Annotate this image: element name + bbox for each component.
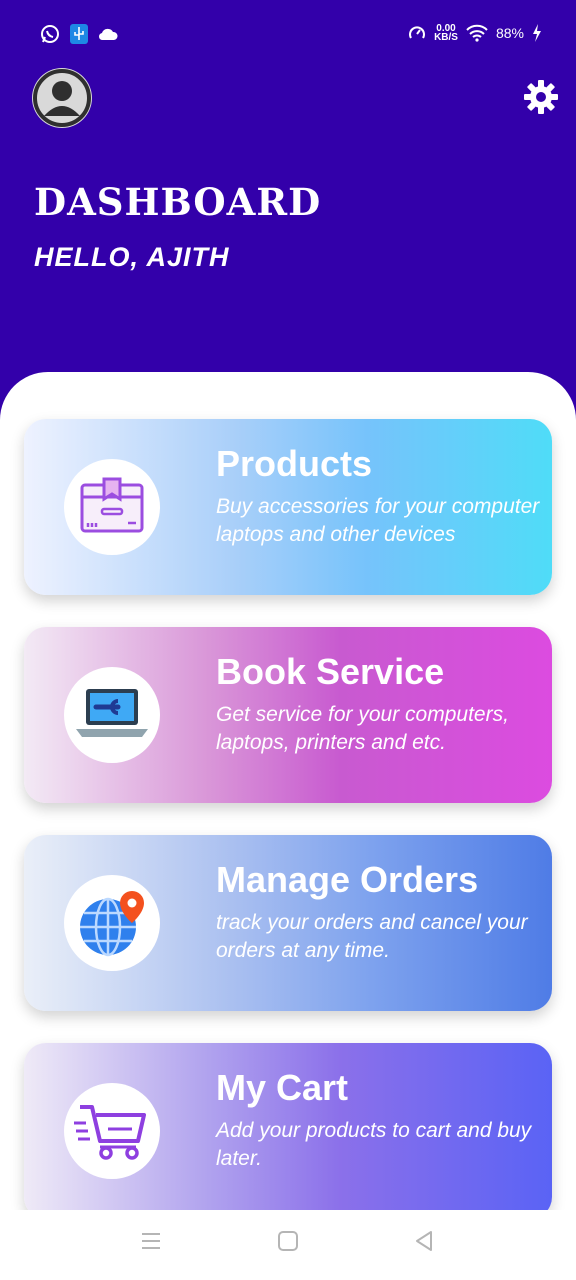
book-service-icon-circle bbox=[64, 667, 160, 763]
package-box-icon bbox=[80, 477, 144, 533]
products-description: Buy accessories for your computer laptop… bbox=[216, 495, 540, 546]
products-card[interactable]: Products Buy accessories for your comput… bbox=[24, 419, 552, 595]
cloud-icon bbox=[98, 28, 118, 41]
user-icon bbox=[33, 69, 91, 127]
whatsapp-icon bbox=[41, 25, 59, 43]
usb-debug-icon bbox=[70, 24, 88, 44]
manage-orders-icon-circle bbox=[64, 875, 160, 971]
battery-level: 88% bbox=[495, 25, 524, 41]
globe-location-icon bbox=[80, 891, 144, 957]
back-icon[interactable] bbox=[413, 1230, 435, 1252]
laptop-wrench-icon bbox=[76, 689, 148, 737]
status-bar: 0.00 KB/S 88% bbox=[0, 20, 576, 52]
menu-icon[interactable] bbox=[140, 1230, 162, 1252]
manage-orders-title: Manage Orders bbox=[216, 859, 479, 900]
avatar[interactable] bbox=[32, 68, 92, 128]
charging-icon bbox=[533, 24, 541, 42]
system-nav-bar bbox=[0, 1210, 576, 1280]
gear-icon[interactable] bbox=[522, 78, 560, 116]
book-service-description: Get service for your computers, laptops,… bbox=[216, 703, 509, 754]
my-cart-icon-circle bbox=[64, 1083, 160, 1179]
manage-orders-description: track your orders and cancel your orders… bbox=[216, 911, 528, 962]
greeting-text: HELLO, AJITH bbox=[34, 242, 230, 272]
my-cart-card[interactable]: My Cart Add your products to cart and bu… bbox=[24, 1043, 552, 1219]
my-cart-title: My Cart bbox=[216, 1067, 349, 1108]
net-speed: 0.00 KB/S bbox=[434, 24, 458, 43]
products-title: Products bbox=[216, 443, 373, 484]
products-icon-circle bbox=[64, 459, 160, 555]
book-service-card[interactable]: Book Service Get service for your comput… bbox=[24, 627, 552, 803]
header: 0.00 KB/S 88% DASHBOARD HELLO, AJITH bbox=[0, 0, 576, 420]
wifi-icon bbox=[466, 24, 488, 42]
net-unit: KB/S bbox=[434, 32, 458, 43]
my-cart-description: Add your products to cart and buy later. bbox=[216, 1119, 532, 1170]
book-service-title: Book Service bbox=[216, 651, 445, 692]
page-title: DASHBOARD bbox=[34, 180, 322, 224]
speed-icon bbox=[409, 26, 426, 39]
home-icon[interactable] bbox=[277, 1230, 299, 1252]
shopping-cart-icon bbox=[74, 1105, 146, 1160]
manage-orders-card[interactable]: Manage Orders track your orders and canc… bbox=[24, 835, 552, 1011]
